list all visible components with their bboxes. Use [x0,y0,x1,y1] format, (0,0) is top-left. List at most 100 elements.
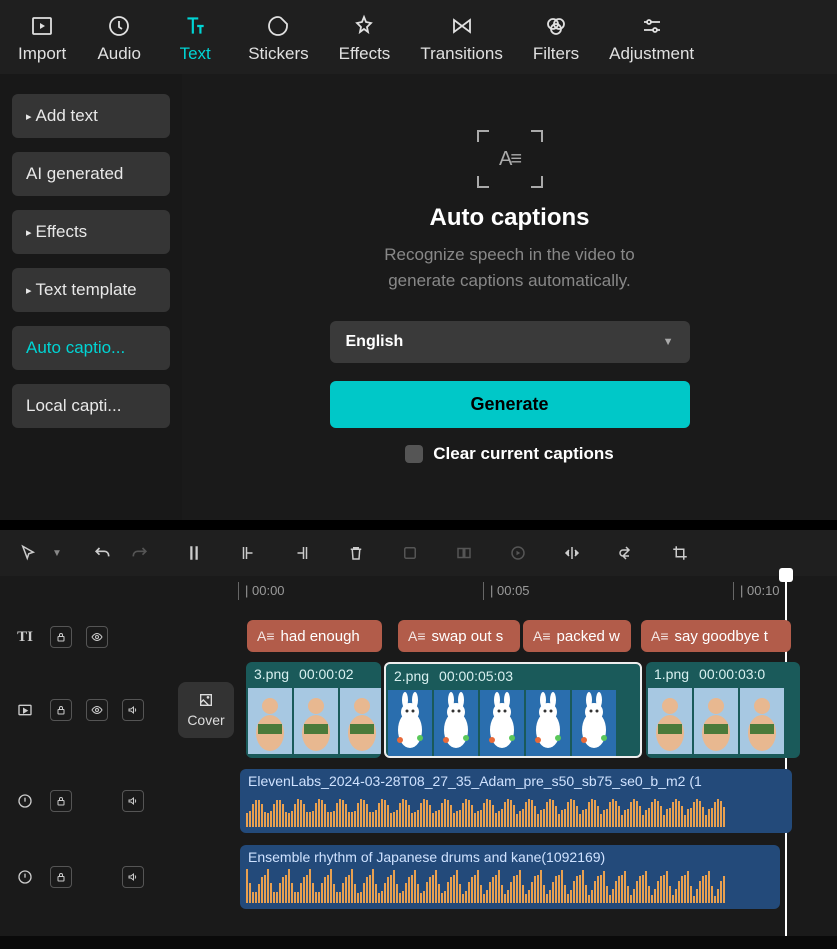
text-track-icon[interactable]: TI [14,626,36,648]
nav-label: Effects [339,44,391,64]
lock-toggle[interactable] [50,790,72,812]
nav-stickers[interactable]: Stickers [236,8,320,68]
caret-icon: ▸ [26,284,32,297]
crop-button[interactable] [662,535,698,571]
cover-button[interactable]: Cover [178,682,234,738]
timeline-ruler[interactable]: | 00:00 | 00:05 | 00:10 [0,576,837,606]
lock-toggle[interactable] [50,699,72,721]
clear-captions-checkbox[interactable] [405,445,423,463]
caption-text: say goodbye t [675,628,768,645]
delete-button[interactable] [338,535,374,571]
panel-title: Auto captions [430,204,590,232]
sidebar-item-auto-captions[interactable]: Auto captio... [12,326,170,370]
audio-track-icon[interactable] [14,866,36,888]
timeline-tracks: TI A≡had enoughA≡swap out sA≡packed wA≡s… [0,606,837,936]
top-nav: Import Audio Text Stickers Effects Trans… [0,0,837,74]
panel-divider [0,520,837,530]
clip-duration: 00:00:02 [299,666,354,682]
sidebar-item-label: Text template [36,280,137,300]
nav-import[interactable]: Import [6,8,78,68]
caption-clip[interactable]: A≡packed w [523,620,631,652]
mute-toggle[interactable] [122,699,144,721]
caption-clip[interactable]: A≡swap out s [398,620,520,652]
clip-thumbnail [434,690,478,756]
lock-toggle[interactable] [50,866,72,888]
cursor-tool[interactable] [10,535,46,571]
trim-left-button[interactable] [230,535,266,571]
ruler-mark: | 00:10 [733,582,780,600]
tool-c[interactable] [500,535,536,571]
mirror-button[interactable] [554,535,590,571]
generate-button[interactable]: Generate [330,381,690,428]
effects-icon [350,12,378,40]
clip-thumbnail [648,688,692,754]
video-track: Cover 3.png 00:00:02 2.png00:00:05:031.png… [0,660,837,760]
nav-label: Stickers [248,44,308,64]
language-select[interactable]: English ▼ [330,321,690,363]
caption-clip[interactable]: A≡had enough [247,620,382,652]
trim-right-button[interactable] [284,535,320,571]
clear-captions-label: Clear current captions [433,444,613,464]
video-clip[interactable]: 2.png00:00:05:03 [384,662,642,758]
clip-thumbnail [294,688,338,754]
caption-text: packed w [557,628,620,645]
visibility-toggle[interactable] [86,626,108,648]
rotate-button[interactable] [608,535,644,571]
sidebar-item-add-text[interactable]: ▸Add text [12,94,170,138]
nav-transitions[interactable]: Transitions [408,8,515,68]
audio-clip[interactable]: ElevenLabs_2024-03-28T08_27_35_Adam_pre_… [240,769,792,833]
caption-track: TI A≡had enoughA≡swap out sA≡packed wA≡s… [0,614,837,660]
cursor-dropdown[interactable]: ▼ [48,535,66,571]
audio-track-icon[interactable] [14,790,36,812]
nav-adjustment[interactable]: Adjustment [597,8,706,68]
nav-filters[interactable]: Filters [521,8,591,68]
clip-thumbnail [388,690,432,756]
lock-toggle[interactable] [50,626,72,648]
sidebar-item-local-captions[interactable]: Local capti... [12,384,170,428]
stickers-icon [264,12,292,40]
caption-text: had enough [281,628,360,645]
redo-button[interactable] [122,535,158,571]
video-clip[interactable]: 1.png00:00:03:0 [646,662,800,758]
clip-name: 3.png [254,666,289,682]
sidebar-item-text-template[interactable]: ▸ Text template [12,268,170,312]
track-head [0,866,168,888]
nav-text[interactable]: Text [160,8,230,68]
split-button[interactable] [176,535,212,571]
nav-label: Audio [97,44,140,64]
audio-clip-name: Ensemble rhythm of Japanese drums and ka… [240,845,780,869]
tool-b[interactable] [446,535,482,571]
caret-icon: ▸ [26,110,32,123]
undo-button[interactable] [84,535,120,571]
audio-track-2: Ensemble rhythm of Japanese drums and ka… [0,842,837,912]
track-head: TI [0,626,168,648]
caption-glyph-icon: A≡ [408,628,426,644]
waveform [246,793,786,827]
nav-audio[interactable]: Audio [84,8,154,68]
chevron-down-icon: ▼ [663,336,674,348]
transitions-icon [448,12,476,40]
tool-a[interactable] [392,535,428,571]
clip-thumbnail [740,688,784,754]
nav-label: Filters [533,44,579,64]
clip-thumbnail [694,688,738,754]
caption-clip[interactable]: A≡say goodbye t [641,620,791,652]
video-clip[interactable]: 3.png 00:00:02 [246,662,381,758]
clip-duration: 00:00:05:03 [439,668,513,684]
clear-captions-row[interactable]: Clear current captions [405,444,613,464]
sidebar-item-ai-generated[interactable]: AI generated [12,152,170,196]
caret-icon: ▸ [26,226,32,239]
audio-clip[interactable]: Ensemble rhythm of Japanese drums and ka… [240,845,780,909]
text-icon [181,12,209,40]
clip-thumbnail [248,688,292,754]
import-icon [28,12,56,40]
visibility-toggle[interactable] [86,699,108,721]
nav-effects[interactable]: Effects [327,8,403,68]
mute-toggle[interactable] [122,790,144,812]
audio-icon [105,12,133,40]
video-track-icon[interactable] [14,699,36,721]
mute-toggle[interactable] [122,866,144,888]
clip-thumbnail [340,688,381,754]
nav-label: Import [18,44,66,64]
sidebar-item-effects[interactable]: ▸Effects [12,210,170,254]
